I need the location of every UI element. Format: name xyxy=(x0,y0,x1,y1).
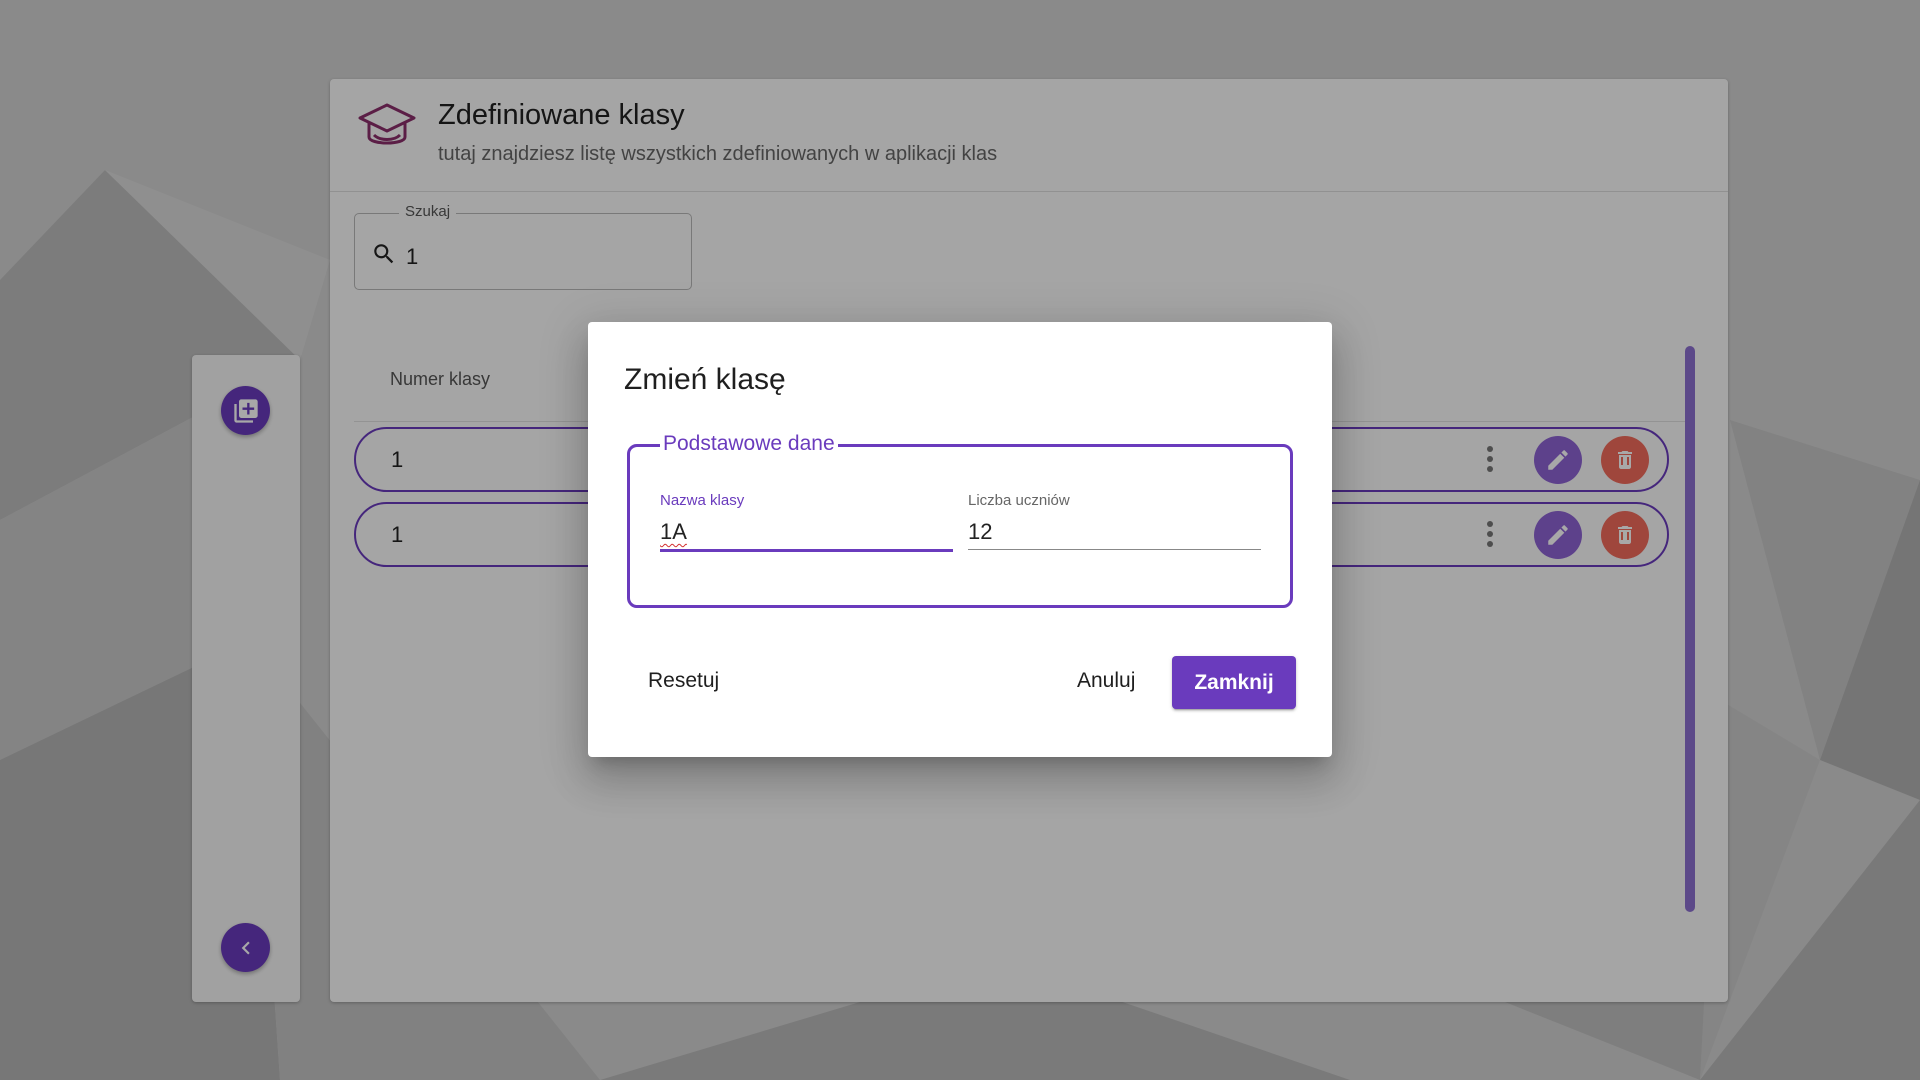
class-name-input[interactable]: 1A xyxy=(660,519,687,545)
edit-class-dialog: Zmień klasę Podstawowe dane Nazwa klasy … xyxy=(588,322,1332,757)
close-button[interactable]: Zamknij xyxy=(1172,656,1296,709)
dialog-title: Zmień klasę xyxy=(624,363,786,396)
class-name-label: Nazwa klasy xyxy=(660,492,745,509)
reset-button[interactable]: Resetuj xyxy=(648,669,719,693)
class-name-underline xyxy=(660,549,953,552)
cancel-button[interactable]: Anuluj xyxy=(1077,669,1135,693)
student-count-label: Liczba uczniów xyxy=(968,492,1070,509)
student-count-input[interactable]: 12 xyxy=(968,519,992,545)
basic-data-section: Podstawowe dane Nazwa klasy 1A Liczba uc… xyxy=(627,432,1293,608)
student-count-underline xyxy=(968,549,1261,550)
section-legend: Podstawowe dane xyxy=(660,432,838,456)
